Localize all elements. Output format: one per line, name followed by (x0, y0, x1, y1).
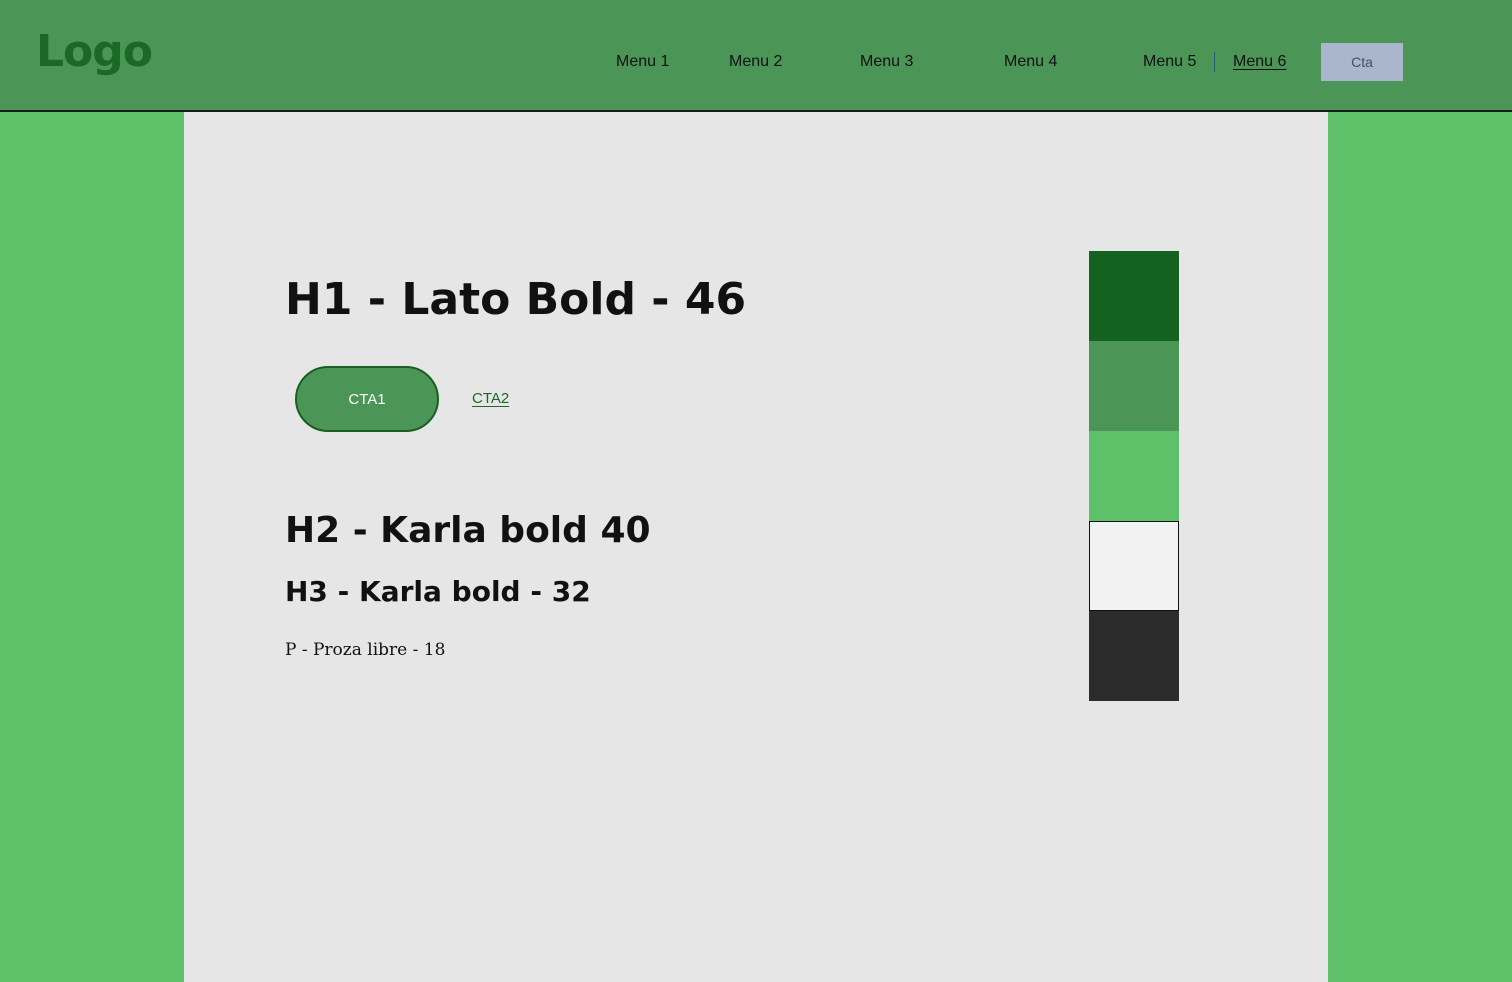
heading-h1-sample: H1 - Lato Bold - 46 (285, 274, 747, 325)
menu-divider (1214, 52, 1215, 72)
menu-item-3[interactable]: Menu 3 (860, 52, 913, 72)
heading-h3-sample: H3 - Karla bold - 32 (285, 575, 591, 608)
swatch-charcoal (1089, 611, 1179, 701)
main-content-panel: H1 - Lato Bold - 46 CTA1 CTA2 H2 - Karla… (184, 112, 1328, 982)
swatch-off-white (1089, 521, 1179, 611)
cta1-button[interactable]: CTA1 (295, 366, 439, 432)
paragraph-sample: P - Proza libre - 18 (285, 640, 446, 660)
site-header: Logo Menu 1 Menu 2 Menu 3 Menu 4 Menu 5 … (0, 0, 1512, 112)
menu-item-1[interactable]: Menu 1 (616, 52, 669, 72)
swatch-medium-green (1089, 341, 1179, 431)
color-palette (1089, 251, 1179, 701)
logo[interactable]: Logo (36, 30, 153, 74)
heading-h2-sample: H2 - Karla bold 40 (285, 510, 651, 551)
menu-item-2[interactable]: Menu 2 (729, 52, 782, 72)
menu-item-5[interactable]: Menu 5 (1143, 52, 1196, 72)
header-cta-button[interactable]: Cta (1321, 43, 1403, 81)
menu-item-4[interactable]: Menu 4 (1004, 52, 1057, 72)
swatch-dark-green (1089, 251, 1179, 341)
swatch-light-green (1089, 431, 1179, 521)
menu-item-6[interactable]: Menu 6 (1233, 52, 1286, 72)
cta2-link[interactable]: CTA2 (472, 389, 509, 409)
